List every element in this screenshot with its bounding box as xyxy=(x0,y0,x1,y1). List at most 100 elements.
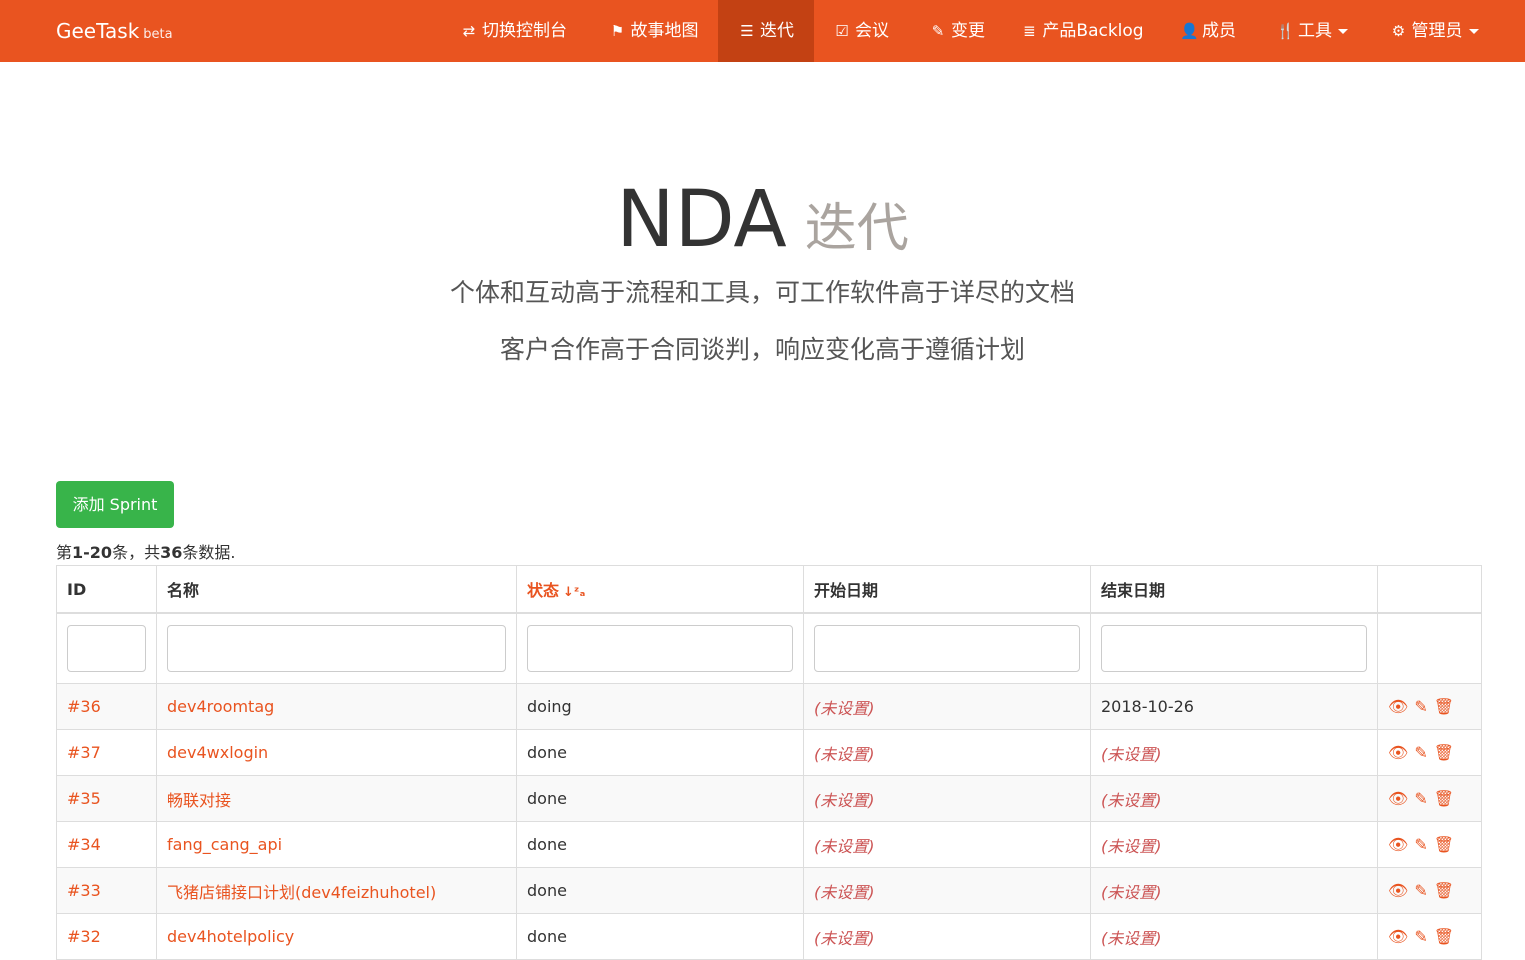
column-header-name[interactable]: 名称 xyxy=(156,565,517,614)
caret-down-icon xyxy=(1468,28,1479,34)
sprint-status: done xyxy=(516,867,804,914)
edit-pencil-icon[interactable]: ✎ xyxy=(1414,743,1427,762)
sprint-status: done xyxy=(516,775,804,822)
edit-pencil-icon[interactable]: ✎ xyxy=(1414,927,1427,946)
flag-icon: ⚑ xyxy=(610,22,625,40)
sprint-id-link[interactable]: #36 xyxy=(67,697,101,716)
edit-pencil-icon[interactable]: ✎ xyxy=(1414,835,1427,854)
filter-end-date-input[interactable] xyxy=(1101,625,1367,672)
nav-change-label: 变更 xyxy=(951,21,985,41)
nav-admin-dropdown[interactable]: ⚙ 管理员 xyxy=(1375,0,1493,62)
nav-switch-console-label: 切换控制台 xyxy=(482,21,567,41)
filter-status-input[interactable] xyxy=(527,625,793,672)
filter-start-date-input[interactable] xyxy=(814,625,1080,672)
top-navbar: GeeTask beta ⇄ 切换控制台 ⚑ 故事地图 ☰ 迭代 ☑ 会议 ✎ 变更 ≣ 产品… xyxy=(0,0,1525,62)
filter-id-input[interactable] xyxy=(67,625,146,672)
column-header-status[interactable]: 状态 ↓ᶻₐ xyxy=(516,565,804,614)
nav-tools-label: 工具 xyxy=(1298,21,1332,41)
nav-sprint[interactable]: ☰ 迭代 xyxy=(718,0,814,62)
sprint-end-date: (未设置) xyxy=(1101,836,1162,856)
sprint-name-link[interactable]: 飞猪店铺接口计划(dev4feizhuhotel) xyxy=(167,883,436,902)
caret-down-icon xyxy=(1338,28,1348,34)
sprint-status: done xyxy=(516,913,804,960)
edit-pencil-icon[interactable]: ✎ xyxy=(1414,697,1427,716)
refresh-icon: ⇄ xyxy=(462,22,476,40)
summary-mid: 条，共 xyxy=(112,543,161,562)
nav-members[interactable]: 👤 成员 xyxy=(1166,0,1250,62)
sprint-table: ID 名称 状态 ↓ᶻₐ 开始日期 结束日期 #36 dev4roomtag do… xyxy=(56,565,1482,960)
delete-trash-icon[interactable]: 🗑 xyxy=(1434,697,1454,716)
sprint-end-date: (未设置) xyxy=(1101,882,1162,902)
agile-manifesto-line-2: 客户合作高于合同谈判，响应变化高于遵循计划 xyxy=(499,335,1025,364)
table-row: #33 飞猪店铺接口计划(dev4feizhuhotel) done (未设置)… xyxy=(56,867,1482,914)
brand-logo[interactable]: GeeTask beta xyxy=(56,0,173,62)
nav-story-map[interactable]: ⚑ 故事地图 xyxy=(596,0,711,62)
sprint-start-date: (未设置) xyxy=(814,928,875,948)
view-eye-icon[interactable]: 👁 xyxy=(1388,743,1408,762)
filter-name-input[interactable] xyxy=(167,625,506,672)
table-row: #34 fang_cang_api done (未设置) (未设置) 👁 ✎ 🗑 xyxy=(56,821,1482,868)
delete-trash-icon[interactable]: 🗑 xyxy=(1434,789,1454,808)
column-header-end-date[interactable]: 结束日期 xyxy=(1090,565,1378,614)
sprint-end-date: 2018-10-26 xyxy=(1090,683,1378,730)
edit-pencil-icon[interactable]: ✎ xyxy=(1414,881,1427,900)
view-eye-icon[interactable]: 👁 xyxy=(1388,927,1408,946)
delete-trash-icon[interactable]: 🗑 xyxy=(1434,835,1454,854)
delete-trash-icon[interactable]: 🗑 xyxy=(1434,927,1454,946)
sprint-start-date: (未设置) xyxy=(814,790,875,810)
column-header-start-date[interactable]: 开始日期 xyxy=(803,565,1091,614)
view-eye-icon[interactable]: 👁 xyxy=(1388,789,1408,808)
column-header-id[interactable]: ID xyxy=(56,565,157,614)
user-icon: 👤 xyxy=(1180,22,1199,40)
nav-meeting[interactable]: ☑ 会议 xyxy=(820,0,902,62)
sprint-status: done xyxy=(516,729,804,776)
sprint-end-date: (未设置) xyxy=(1101,928,1162,948)
list-icon: ≣ xyxy=(1023,22,1036,40)
nav-members-label: 成员 xyxy=(1202,21,1236,41)
cutlery-icon: 🍴 xyxy=(1276,22,1295,40)
nav-switch-console[interactable]: ⇄ 切换控制台 xyxy=(446,0,581,62)
agile-manifesto-line-1: 个体和互动高于流程和工具，可工作软件高于详尽的文档 xyxy=(449,278,1075,307)
view-eye-icon[interactable]: 👁 xyxy=(1388,697,1408,716)
nav-meeting-label: 会议 xyxy=(855,21,889,41)
nav-product-backlog[interactable]: ≣ 产品Backlog xyxy=(1012,0,1152,62)
sprint-id-link[interactable]: #37 xyxy=(67,743,101,762)
view-eye-icon[interactable]: 👁 xyxy=(1388,881,1408,900)
paperclip-icon: ✎ xyxy=(931,22,945,40)
sprint-status: done xyxy=(516,821,804,868)
pagination-summary: 第1-20条，共36条数据. xyxy=(56,541,235,565)
nav-sprint-label: 迭代 xyxy=(760,21,794,41)
nav-story-map-label: 故事地图 xyxy=(630,21,699,41)
sprint-name-link[interactable]: fang_cang_api xyxy=(167,835,282,854)
gear-icon: ⚙ xyxy=(1391,22,1406,40)
sprint-name-link[interactable]: dev4hotelpolicy xyxy=(167,927,294,946)
brand-name[interactable]: GeeTask xyxy=(56,19,139,43)
table-row: #35 畅联对接 done (未设置) (未设置) 👁 ✎ 🗑 xyxy=(56,775,1482,822)
summary-total: 36 xyxy=(160,543,183,562)
nav-tools-dropdown[interactable]: 🍴 工具 xyxy=(1262,0,1362,62)
edit-pencil-icon[interactable]: ✎ xyxy=(1414,789,1427,808)
project-name: NDA xyxy=(616,175,787,265)
sort-alpha-desc-icon: ↓ᶻₐ xyxy=(563,585,586,600)
table-row: #36 dev4roomtag doing (未设置) 2018-10-26 👁… xyxy=(56,683,1482,730)
add-sprint-button[interactable]: 添加 Sprint xyxy=(56,481,174,528)
summary-suffix: 条数据. xyxy=(182,543,236,562)
sprint-name-link[interactable]: 畅联对接 xyxy=(167,791,231,810)
summary-range: 1-20 xyxy=(72,543,113,562)
page-title: NDA 迭代 xyxy=(0,170,1525,279)
sprint-id-link[interactable]: #32 xyxy=(67,927,101,946)
view-eye-icon[interactable]: 👁 xyxy=(1388,835,1408,854)
sprint-id-link[interactable]: #35 xyxy=(67,789,101,808)
nav-change[interactable]: ✎ 变更 xyxy=(916,0,998,62)
sprint-start-date: (未设置) xyxy=(814,744,875,764)
sprint-status: doing xyxy=(516,683,804,730)
sprint-end-date: (未设置) xyxy=(1101,744,1162,764)
column-header-actions xyxy=(1377,565,1482,614)
sprint-name-link[interactable]: dev4roomtag xyxy=(167,697,274,716)
delete-trash-icon[interactable]: 🗑 xyxy=(1434,881,1454,900)
sprint-id-link[interactable]: #34 xyxy=(67,835,101,854)
delete-trash-icon[interactable]: 🗑 xyxy=(1434,743,1454,762)
sprint-id-link[interactable]: #33 xyxy=(67,881,101,900)
table-row: #32 dev4hotelpolicy done (未设置) (未设置) 👁 ✎ 🗑 xyxy=(56,913,1482,960)
sprint-name-link[interactable]: dev4wxlogin xyxy=(167,743,268,762)
